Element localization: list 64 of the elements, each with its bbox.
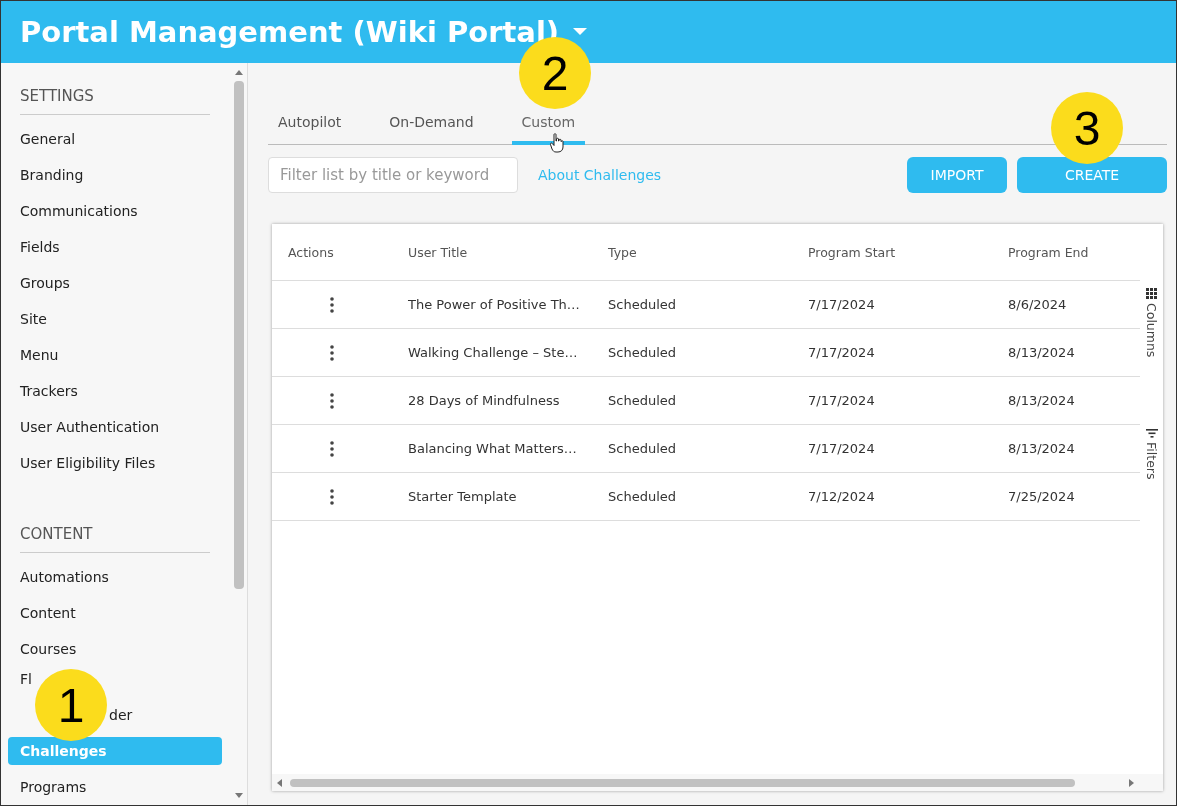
- table-cell: 8/6/2024: [992, 281, 1140, 329]
- section-heading: SETTINGS: [20, 79, 210, 115]
- more-icon[interactable]: [330, 440, 334, 457]
- table-cell: 7/17/2024: [792, 281, 992, 329]
- table-cell: Scheduled: [592, 281, 792, 329]
- step-marker: 3: [1051, 92, 1123, 164]
- table-cell: 8/13/2024: [992, 329, 1140, 377]
- horizontal-scrollbar[interactable]: [272, 774, 1163, 791]
- table-cell: Walking Challenge – Ste…: [392, 329, 592, 377]
- more-icon[interactable]: [330, 296, 334, 313]
- sidebar-item[interactable]: User Eligibility Files: [8, 449, 156, 477]
- side-panel-tab[interactable]: Filters: [1144, 429, 1159, 480]
- table-cell: 28 Days of Mindfulness: [392, 377, 592, 425]
- scroll-right-icon[interactable]: [1128, 778, 1135, 788]
- sidebar-item[interactable]: Site: [8, 305, 47, 333]
- more-icon[interactable]: [330, 488, 334, 505]
- sidebar-item[interactable]: Content: [8, 599, 76, 627]
- table-cell: 7/17/2024: [792, 377, 992, 425]
- sidebar-item[interactable]: User Authentication: [8, 413, 160, 441]
- column-header[interactable]: Program Start: [792, 224, 992, 281]
- scroll-down-icon[interactable]: [234, 792, 244, 799]
- sidebar-item[interactable]: der: [109, 701, 133, 729]
- table-cell: Scheduled: [592, 377, 792, 425]
- table-cell: 7/17/2024: [792, 425, 992, 473]
- sidebar-item[interactable]: Branding: [8, 161, 84, 189]
- table-cell: 8/13/2024: [992, 377, 1140, 425]
- table-cell: 7/12/2024: [792, 473, 992, 521]
- filter-icon: [1145, 429, 1158, 439]
- table-cell: 7/17/2024: [792, 329, 992, 377]
- table-cell: Balancing What Matters…: [392, 425, 592, 473]
- table-cell: 8/13/2024: [992, 425, 1140, 473]
- table-cell: The Power of Positive Th…: [392, 281, 592, 329]
- grid-icon: [1146, 288, 1157, 299]
- column-header[interactable]: Type: [592, 224, 792, 281]
- more-icon[interactable]: [330, 392, 334, 409]
- table-cell: 7/25/2024: [992, 473, 1140, 521]
- side-panel-tab[interactable]: Columns: [1144, 288, 1159, 358]
- sidebar-item[interactable]: Automations: [8, 563, 109, 591]
- table-cell: Scheduled: [592, 473, 792, 521]
- sidebar-item[interactable]: General: [8, 125, 76, 153]
- table-cell: Scheduled: [592, 329, 792, 377]
- scrollbar[interactable]: [231, 63, 248, 805]
- hand-cursor-icon: [549, 133, 564, 153]
- section-heading: CONTENT: [20, 517, 210, 553]
- sidebar-item[interactable]: Trackers: [8, 377, 78, 405]
- table-cell: Scheduled: [592, 425, 792, 473]
- sidebar-item[interactable]: Menu: [8, 341, 59, 369]
- search-field[interactable]: Filter list by title or keyword: [268, 157, 518, 193]
- sidebar-item[interactable]: Fl: [20, 671, 32, 687]
- column-header[interactable]: Actions: [272, 224, 392, 281]
- sidebar-item[interactable]: Groups: [8, 269, 70, 297]
- sidebar-item[interactable]: Programs: [8, 773, 87, 801]
- sidebar-item[interactable]: Communications: [8, 197, 138, 225]
- column-header[interactable]: User Title: [392, 224, 592, 281]
- table-cell: Starter Template: [392, 473, 592, 521]
- tab[interactable]: On-Demand: [379, 114, 484, 145]
- column-header[interactable]: Program End: [992, 224, 1140, 281]
- scroll-up-icon[interactable]: [234, 69, 244, 76]
- scroll-left-icon[interactable]: [276, 778, 283, 788]
- more-icon[interactable]: [330, 344, 334, 361]
- tab[interactable]: Autopilot: [268, 114, 352, 145]
- sidebar-item[interactable]: Courses: [8, 635, 77, 663]
- sidebar-item[interactable]: Fields: [8, 233, 60, 261]
- tab[interactable]: Custom: [511, 114, 586, 145]
